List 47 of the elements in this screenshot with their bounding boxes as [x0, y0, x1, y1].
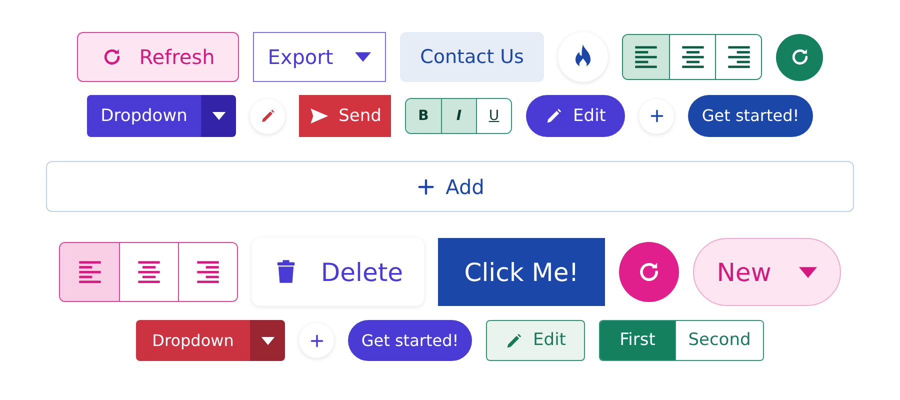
get-started-button[interactable]: Get started!	[348, 320, 472, 361]
plus-icon	[416, 176, 436, 196]
get-started-button[interactable]: Get started!	[688, 95, 813, 137]
format-button[interactable]: U	[476, 99, 511, 133]
dropdown-toggle[interactable]	[201, 95, 236, 137]
contact-button[interactable]: Contact Us	[400, 32, 544, 82]
delete-button[interactable]: Delete	[252, 238, 424, 306]
refresh-button[interactable]: Refresh	[77, 32, 239, 82]
dropdown-button[interactable]: Dropdown	[87, 95, 201, 137]
align-right-icon	[726, 44, 752, 70]
pencil-icon	[260, 108, 276, 124]
align-button[interactable]	[60, 243, 119, 301]
pencil-icon	[505, 332, 524, 350]
segment-button[interactable]: First	[600, 321, 675, 360]
edit-button[interactable]	[250, 98, 285, 134]
caret-icon	[260, 336, 274, 344]
caret-icon	[799, 266, 818, 278]
align-button[interactable]	[623, 35, 669, 79]
caret-icon	[212, 112, 226, 120]
export-button[interactable]: Export	[253, 32, 386, 82]
add-button[interactable]: Add	[46, 161, 854, 212]
send-button[interactable]: Send	[299, 95, 391, 137]
align-button[interactable]	[178, 243, 237, 301]
align-center-icon	[680, 44, 706, 70]
plus-icon	[648, 108, 664, 124]
dropdown-toggle[interactable]	[250, 320, 285, 361]
segment-button[interactable]: Second	[675, 321, 763, 360]
new-button[interactable]: New	[693, 238, 841, 306]
dropdown-button[interactable]: Dropdown	[136, 320, 250, 361]
caret-icon	[355, 52, 372, 62]
edit-button[interactable]: Edit	[526, 95, 625, 137]
format-button[interactable]: I	[441, 99, 476, 133]
add-button[interactable]	[639, 98, 674, 134]
align-right-icon	[195, 259, 221, 285]
refresh-button[interactable]	[776, 34, 823, 80]
align-center-icon	[136, 259, 162, 285]
align-left-icon	[633, 44, 659, 70]
pencil-icon	[545, 107, 564, 125]
align-left-icon	[76, 259, 102, 285]
format-button[interactable]: B	[406, 99, 441, 133]
align-button[interactable]	[715, 35, 761, 79]
plus-icon	[308, 332, 324, 348]
flame-button[interactable]	[558, 32, 608, 82]
edit-button[interactable]: Edit	[486, 320, 585, 361]
add-button[interactable]	[299, 323, 334, 358]
click-me-button[interactable]: Click Me!	[438, 238, 605, 306]
send-icon	[308, 106, 329, 126]
